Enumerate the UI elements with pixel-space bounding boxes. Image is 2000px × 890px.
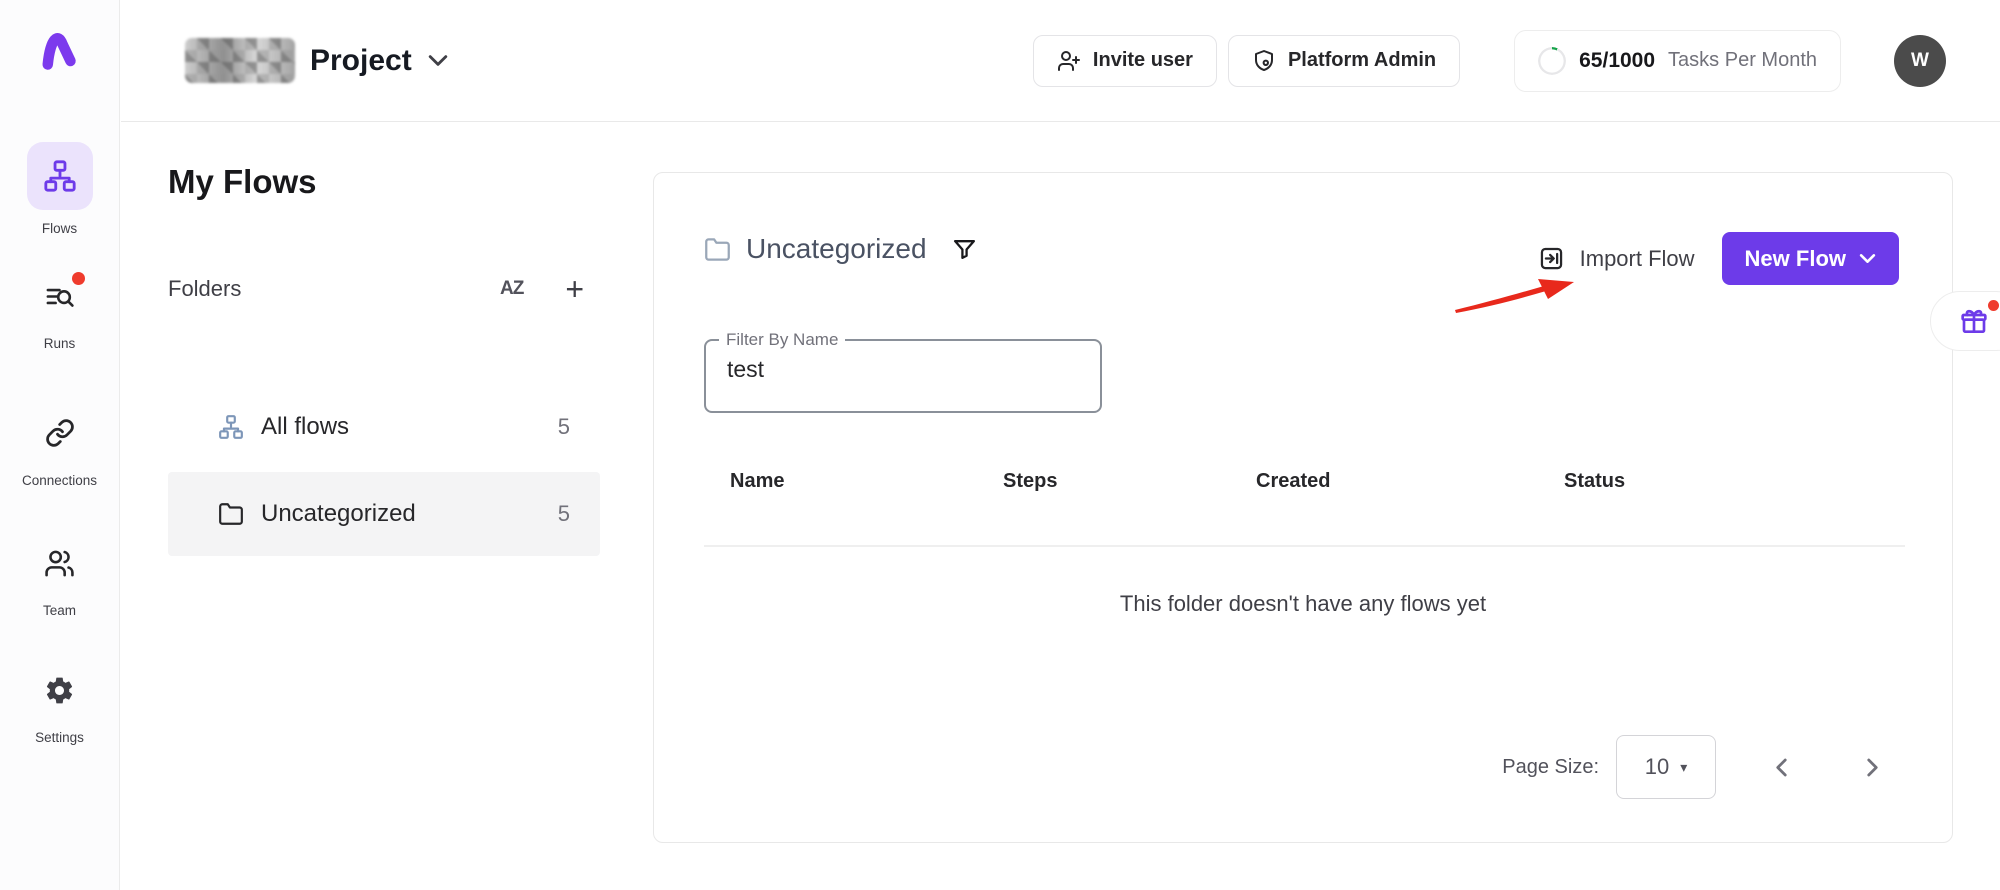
sort-az-icon[interactable]: AZ — [500, 278, 523, 300]
flows-icon — [27, 142, 93, 210]
import-flow-label: Import Flow — [1580, 246, 1695, 272]
filter-by-name-input[interactable]: Filter By Name test — [704, 339, 1102, 413]
sidebar-item-team[interactable]: Team — [0, 543, 119, 618]
sidebar-item-flows[interactable]: Flows — [0, 142, 119, 236]
notification-dot — [1988, 300, 1999, 311]
sidebar-item-connections[interactable]: Connections — [0, 413, 119, 488]
user-avatar[interactable]: W — [1894, 35, 1946, 87]
folder-item-all-flows[interactable]: All flows 5 — [168, 385, 600, 469]
folder-item-label: Uncategorized — [261, 500, 416, 528]
invite-user-button[interactable]: Invite user — [1033, 35, 1217, 87]
project-name-redacted — [185, 38, 295, 83]
table-header-row: Name Steps Created Status — [704, 470, 1904, 493]
folder-item-count: 5 — [558, 414, 570, 440]
header-actions: Invite user Platform Admin 65/1000 Tasks… — [1033, 30, 1946, 92]
platform-admin-button[interactable]: Platform Admin — [1228, 35, 1460, 87]
header: Project Invite user — [121, 0, 2000, 122]
folder-icon — [218, 501, 244, 527]
card-header: Uncategorized — [704, 233, 977, 265]
tasks-usage-value: 65/1000 — [1579, 49, 1655, 73]
new-flow-button[interactable]: New Flow — [1722, 232, 1899, 285]
import-flow-button[interactable]: Import Flow — [1538, 245, 1695, 272]
whats-new-tab[interactable] — [1930, 291, 2000, 351]
filter-input-value: test — [727, 356, 764, 383]
app-logo[interactable] — [39, 22, 81, 72]
project-selector[interactable]: Project — [185, 38, 449, 83]
page-size-label: Page Size: — [1502, 756, 1599, 779]
add-folder-button plus-icon[interactable]: + — [565, 273, 584, 305]
folder-item-uncategorized[interactable]: Uncategorized 5 — [168, 472, 600, 556]
runs-icon — [44, 276, 75, 316]
sitemap-icon — [218, 414, 244, 440]
connections-icon — [45, 413, 75, 453]
page-size-select[interactable]: 10 ▾ — [1616, 735, 1716, 799]
sidebar-item-label: Connections — [22, 473, 97, 488]
card-folder-title: Uncategorized — [746, 233, 927, 265]
folder-icon — [704, 236, 731, 263]
folder-item-count: 5 — [558, 501, 570, 527]
progress-ring-icon — [1538, 47, 1566, 75]
chevron-down-icon — [427, 54, 449, 67]
column-header-steps: Steps — [1003, 470, 1256, 493]
sidebar-item-label: Flows — [42, 221, 77, 236]
page-size-value: 10 — [1645, 754, 1669, 780]
sidebar-item-settings[interactable]: Settings — [0, 670, 119, 745]
filter-funnel-icon[interactable] — [952, 237, 977, 262]
filter-input-label: Filter By Name — [719, 330, 845, 350]
sidebar-item-label: Team — [43, 603, 76, 618]
sidebar-item-runs[interactable]: Runs — [0, 276, 119, 351]
app-window: Flows Runs Conne — [0, 0, 2000, 890]
table-divider — [704, 545, 1905, 547]
page-title: My Flows — [168, 163, 317, 201]
card-actions: Import Flow New Flow — [1538, 232, 1899, 285]
flows-table-card: Uncategorized Import Flow — [653, 172, 1953, 843]
import-icon — [1538, 245, 1565, 272]
platform-admin-label: Platform Admin — [1288, 49, 1436, 72]
sidebar: Flows Runs Conne — [0, 0, 120, 890]
tasks-usage-label: Tasks Per Month — [1668, 49, 1817, 72]
folders-header: Folders AZ + — [168, 273, 600, 305]
sidebar-item-label: Settings — [35, 730, 84, 745]
column-header-status: Status — [1564, 470, 1904, 493]
user-plus-icon — [1057, 49, 1081, 73]
tasks-usage-card[interactable]: 65/1000 Tasks Per Month — [1514, 30, 1841, 92]
shield-icon — [1252, 49, 1276, 73]
gift-icon — [1958, 305, 1990, 337]
previous-page-button chevron-left-icon[interactable] — [1774, 757, 1789, 778]
empty-state-message: This folder doesn't have any flows yet — [654, 591, 1952, 617]
pagination: Page Size: 10 ▾ — [1502, 735, 1880, 799]
project-label: Project — [310, 44, 412, 78]
notification-dot — [72, 272, 85, 285]
dropdown-caret-icon: ▾ — [1680, 759, 1687, 776]
column-header-name: Name — [730, 470, 1003, 493]
chevron-down-icon — [1859, 253, 1876, 264]
team-icon — [44, 543, 75, 583]
settings-icon gear-icon — [44, 670, 75, 710]
folders-label: Folders — [168, 276, 241, 302]
next-page-button chevron-right-icon[interactable] — [1865, 757, 1880, 778]
new-flow-label: New Flow — [1745, 246, 1846, 272]
invite-user-label: Invite user — [1093, 49, 1193, 72]
column-header-created: Created — [1256, 470, 1564, 493]
folder-item-label: All flows — [261, 413, 349, 441]
sidebar-item-label: Runs — [44, 336, 76, 351]
